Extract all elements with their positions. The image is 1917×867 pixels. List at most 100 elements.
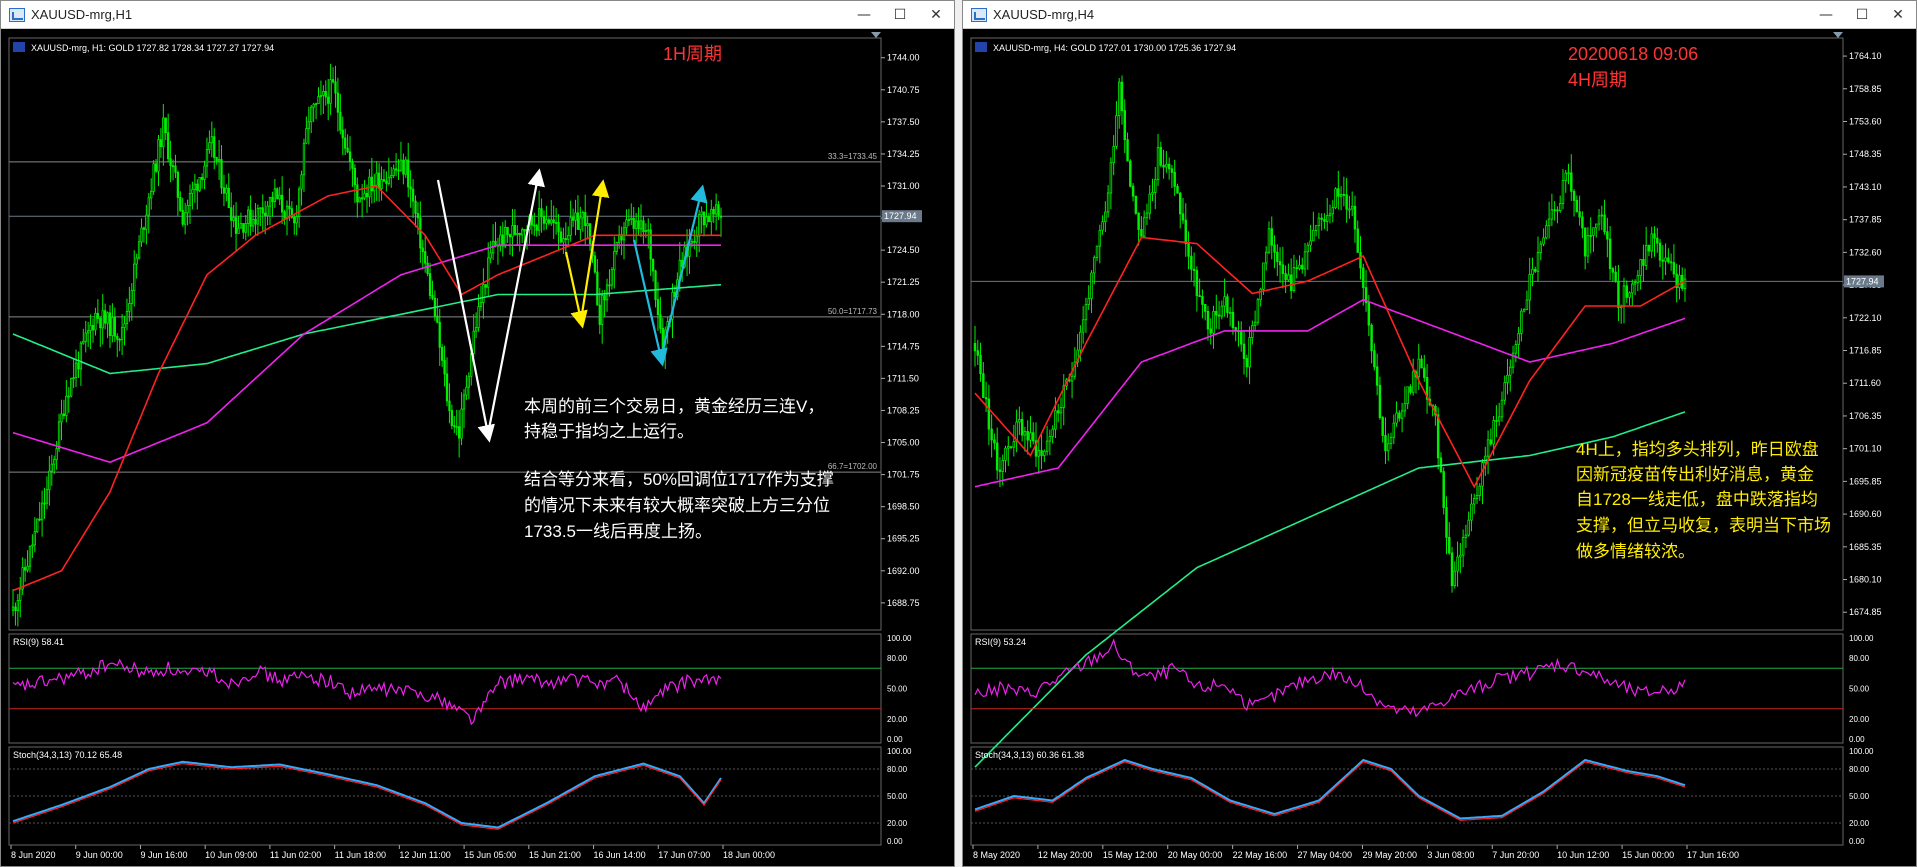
candle-body [210,136,213,144]
candle-body [1558,203,1562,211]
price-tick-label: 1722.10 [1849,313,1882,323]
candle-body [1564,172,1567,181]
candle-body [1348,208,1351,211]
candle-body [438,321,441,348]
rsi-label: RSI(9) 53.24 [975,637,1026,647]
window-titlebar[interactable]: XAUUSD-mrg,H1 — ☐ ✕ [1,1,954,29]
candle-body [327,96,330,104]
window-title: XAUUSD-mrg,H1 [31,7,133,22]
candle-body [1084,304,1088,321]
candle-body [293,216,296,224]
window-titlebar[interactable]: XAUUSD-mrg,H4 — ☐ ✕ [963,1,1916,29]
chart-window-h4[interactable]: XAUUSD-mrg,H4 — ☐ ✕ XAUUSD-mrg, H4: GOLD… [962,0,1917,867]
candle-body [266,205,269,217]
candle-body [407,159,410,188]
current-price-label: 1727.94 [1846,276,1879,286]
candle-body [77,362,80,370]
candle-body [65,395,68,417]
candle-body [217,159,221,162]
candle-body [700,211,703,216]
candle-body [125,311,129,325]
candle-body [94,312,97,331]
price-tick-label: 1690.60 [1849,509,1882,519]
price-tick-label: 1701.75 [887,470,920,480]
candle-body [264,212,267,217]
maximize-button[interactable]: ☐ [1844,1,1880,29]
candle-body [1159,147,1163,166]
candle-body [1617,280,1620,309]
candle-body [55,448,58,461]
candle-body [82,340,85,344]
price-tick-label: 1674.85 [1849,607,1882,617]
candle-body [1522,309,1526,312]
candle-body [588,223,592,245]
candle-body [1059,406,1063,414]
candle-body [169,158,172,167]
maximize-button[interactable]: ☐ [882,1,918,29]
candle-body [542,216,546,224]
candle-body [118,338,121,341]
minimize-button[interactable]: — [846,1,882,29]
candle-body [162,117,165,147]
candle-body [1639,259,1642,277]
candle-body [351,161,354,169]
candle-body [1644,245,1648,266]
candle-body [1345,194,1348,210]
price-tick-label: 1748.35 [1849,149,1882,159]
close-button[interactable]: ✕ [1880,1,1916,29]
candle-body [1520,310,1523,334]
v-arrow-up [659,184,708,359]
candle-body [421,247,424,253]
candle-body [990,428,993,441]
candle-body [16,600,19,612]
chart-window-icon [9,7,25,22]
candle-body [1373,350,1376,368]
time-tick-label: 11 Jun 02:00 [270,850,321,860]
candle-body [1392,422,1396,438]
candle-body [1253,321,1257,326]
candle-body [1495,420,1498,422]
minimize-button[interactable]: — [1808,1,1844,29]
candle-body [385,180,388,184]
candle-body [702,211,706,226]
candle-body [1456,556,1459,572]
candle-body [60,413,63,423]
candle-body [610,269,614,286]
candle-body [1198,295,1201,298]
stoch-tick-label: 0.00 [1849,837,1865,846]
chart-window-h1[interactable]: XAUUSD-mrg,H1 — ☐ ✕ XAUUSD-mrg, H1: GOLD… [0,0,955,867]
candle-body [659,314,662,329]
chart-svg[interactable]: XAUUSD-mrg, H4: GOLD 1727.01 1730.00 172… [963,30,1916,867]
candle-body [70,377,73,397]
candle-body [317,96,320,105]
candle-body [1603,214,1606,233]
time-tick-label: 17 Jun 07:00 [658,850,710,860]
candle-body [1001,459,1004,472]
candle-body [1470,503,1473,521]
candle-body [167,132,170,160]
chart-svg[interactable]: XAUUSD-mrg, H1: GOLD 1727.82 1728.34 172… [1,30,954,867]
candle-body [608,284,611,287]
candle-body [627,219,631,221]
stoch-tick-label: 0.00 [887,837,903,846]
candle-body [642,220,645,233]
candle-body [198,176,201,191]
time-tick-label: 15 Jun 00:00 [1622,850,1674,860]
price-tick-label: 1714.75 [887,341,920,351]
candle-body [254,218,257,225]
chart-area[interactable]: XAUUSD-mrg, H1: GOLD 1727.82 1728.34 172… [1,30,954,866]
v-arrow-down [564,251,588,329]
candle-body [419,217,422,249]
price-tick-label: 1737.85 [1849,215,1882,225]
candle-body [474,327,478,332]
candle-body [596,271,599,306]
rsi-tick-label: 100.00 [1849,634,1874,643]
chart-symbol-icon [975,42,987,52]
chart-area[interactable]: XAUUSD-mrg, H4: GOLD 1727.01 1730.00 172… [963,30,1916,866]
candle-body [397,169,400,172]
close-button[interactable]: ✕ [918,1,954,29]
candle-body [181,210,184,225]
candle-body [521,229,524,236]
candle-body [1090,272,1093,299]
candle-body [1312,230,1315,242]
